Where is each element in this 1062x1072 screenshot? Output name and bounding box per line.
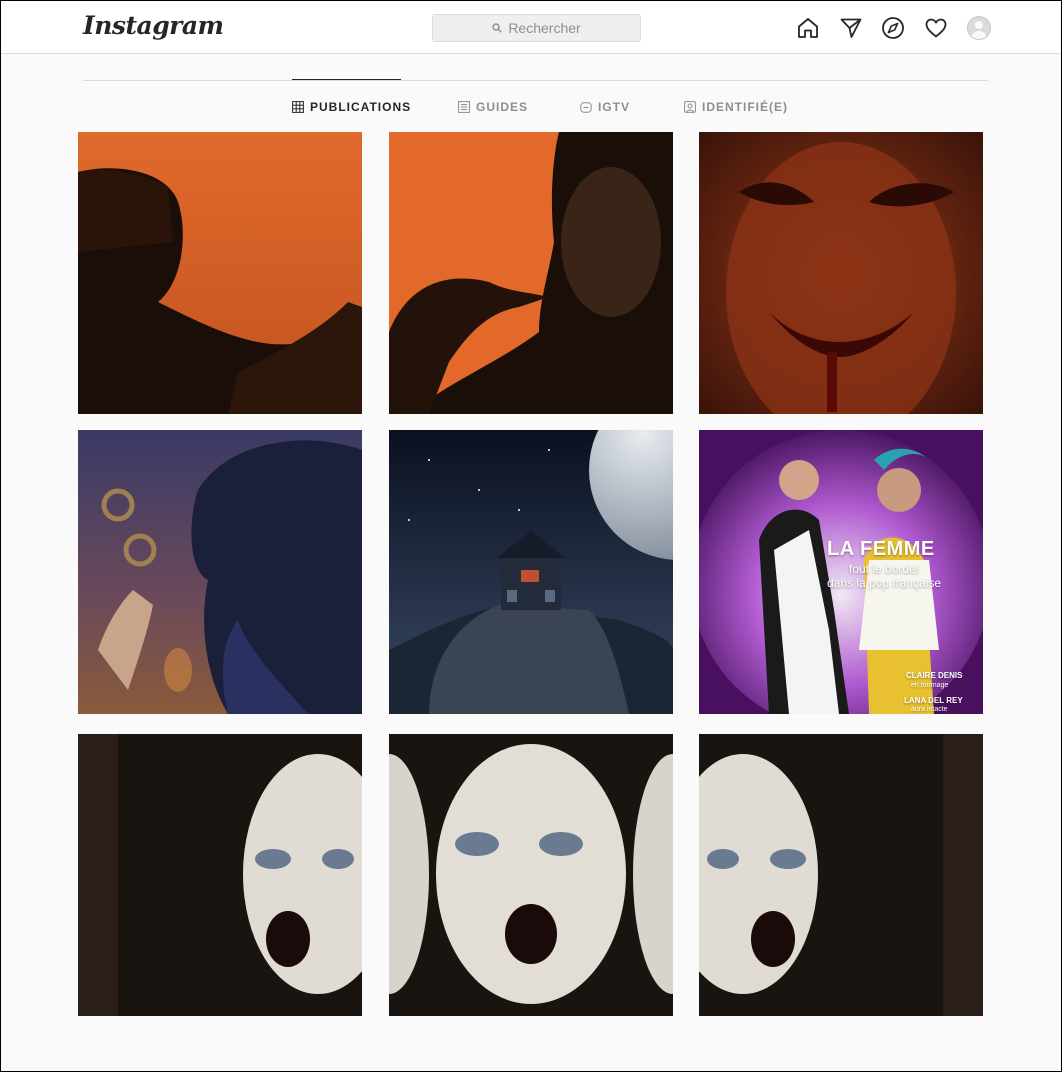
profile-avatar[interactable] xyxy=(967,16,991,40)
post-tile[interactable] xyxy=(389,132,673,414)
cover-story-2-sub: aura intacte xyxy=(911,706,948,713)
tab-label: GUIDES xyxy=(476,100,529,114)
avatar-head-shape xyxy=(975,21,983,29)
avatar-body-shape xyxy=(971,31,987,39)
post-image-silhouette xyxy=(78,132,362,414)
cover-story-2-title: LANA DEL REY xyxy=(904,696,963,705)
cover-subheadline-2: dans la pop française xyxy=(827,576,942,590)
post-image-vampire-face xyxy=(699,132,983,414)
grid-icon xyxy=(292,101,304,113)
home-icon[interactable] xyxy=(796,16,820,40)
cover-story-1-title: CLAIRE DENIS xyxy=(906,671,963,680)
active-tab-indicator xyxy=(292,79,401,80)
post-tile[interactable]: LA FEMME fout le bordel dans la pop fran… xyxy=(699,430,983,714)
post-tile[interactable] xyxy=(699,734,983,1016)
search-placeholder: Rechercher xyxy=(508,20,581,36)
post-image-hooded-figure xyxy=(78,430,362,714)
post-tile[interactable] xyxy=(389,734,673,1016)
heart-icon[interactable] xyxy=(924,16,948,40)
post-tile[interactable] xyxy=(78,132,362,414)
instagram-logo[interactable]: Instagram xyxy=(83,11,224,40)
explore-icon[interactable] xyxy=(881,16,905,40)
tab-guides[interactable]: GUIDES xyxy=(458,99,528,115)
tab-publications[interactable]: PUBLICATIONS xyxy=(292,99,411,115)
tab-tagged[interactable]: IDENTIFIÉ(E) xyxy=(684,99,788,115)
direct-message-icon[interactable] xyxy=(839,16,863,40)
post-tile[interactable] xyxy=(699,132,983,414)
post-tile[interactable] xyxy=(389,430,673,714)
cover-subheadline-1: fout le bordel xyxy=(849,562,919,576)
tab-label: PUBLICATIONS xyxy=(310,100,412,114)
tab-label: IGTV xyxy=(598,100,631,114)
cover-headline: LA FEMME xyxy=(827,538,935,560)
search-input[interactable]: Rechercher xyxy=(432,14,641,42)
post-image-pale-face-center xyxy=(389,734,673,1016)
tab-label: IDENTIFIÉ(E) xyxy=(702,100,788,114)
post-image-haunted-house xyxy=(389,430,673,714)
tabs-divider xyxy=(83,80,988,81)
guides-icon xyxy=(458,101,470,113)
cover-story-1-sub: en tournage xyxy=(911,682,949,689)
tagged-icon xyxy=(684,101,696,113)
post-image-silhouette-hand xyxy=(389,132,673,414)
post-image-pale-face-left xyxy=(78,734,362,1016)
tab-igtv[interactable]: IGTV xyxy=(580,99,630,115)
igtv-icon xyxy=(580,102,592,113)
search-icon xyxy=(492,23,503,33)
post-tile[interactable] xyxy=(78,430,362,714)
top-bar: Instagram Rechercher xyxy=(1,1,1061,54)
post-image-pale-face-right xyxy=(699,734,983,1016)
post-tile[interactable] xyxy=(78,734,362,1016)
